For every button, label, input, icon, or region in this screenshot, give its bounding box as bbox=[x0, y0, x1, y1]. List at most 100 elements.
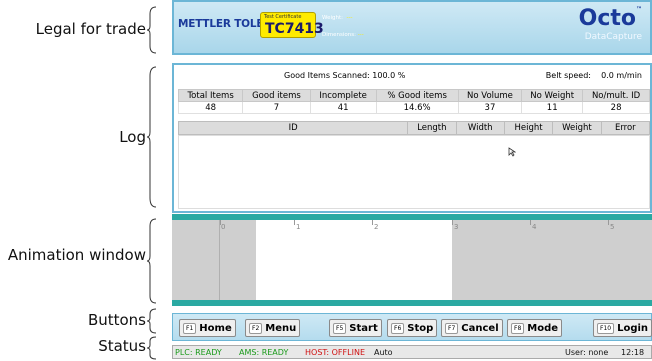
button-label: Home bbox=[199, 322, 232, 334]
ruler-tick-mark bbox=[530, 220, 531, 225]
belt-speed-label: Belt speed: bbox=[545, 71, 591, 80]
annotation-log: Log bbox=[119, 128, 146, 146]
column-header-error[interactable]: Error bbox=[600, 121, 651, 135]
stats-header: Total Items bbox=[177, 89, 244, 102]
brace-legal bbox=[146, 6, 157, 54]
brace-log bbox=[146, 66, 157, 208]
column-header-id[interactable]: ID bbox=[177, 121, 409, 135]
stats-table: Total Items Good items Incomplete % Good… bbox=[177, 89, 650, 114]
menu-button[interactable]: F2 Menu bbox=[245, 319, 301, 337]
log-summary: Good Items Scanned: 100.0 % Belt speed: … bbox=[174, 69, 650, 83]
stats-value: 48 bbox=[177, 101, 244, 114]
function-button-bar: F1 Home F2 Menu F5 Start F6 Stop F7 Cancel F8… bbox=[172, 313, 652, 341]
product-logo: Octo™ bbox=[579, 6, 642, 31]
annotation-animation: Animation window bbox=[7, 246, 146, 264]
stats-value-row: 48 7 41 14.6% 37 11 28 bbox=[177, 101, 650, 114]
status-bar: PLC: READY AMS: READY HOST: OFFLINE Auto… bbox=[172, 345, 652, 359]
items-table-body[interactable] bbox=[178, 135, 650, 209]
stats-header: No Weight bbox=[521, 89, 584, 102]
fkey-badge: F2 bbox=[249, 322, 263, 334]
test-certificate-badge: Test Certificate TC7413 bbox=[260, 12, 324, 38]
button-label: Mode bbox=[527, 322, 559, 334]
column-header-weight[interactable]: Weight bbox=[552, 121, 602, 135]
annotation-legal: Legal for trade bbox=[35, 20, 146, 38]
stats-value: 11 bbox=[521, 101, 584, 114]
fkey-badge: F1 bbox=[183, 322, 197, 334]
column-header-length[interactable]: Length bbox=[407, 121, 457, 135]
button-label: Menu bbox=[265, 322, 297, 334]
ruler-tick-label: 4 bbox=[532, 223, 537, 231]
start-button[interactable]: F5 Start bbox=[329, 319, 382, 337]
mode-status: Auto bbox=[374, 348, 393, 357]
brace-buttons bbox=[146, 308, 157, 334]
column-header-height[interactable]: Height bbox=[503, 121, 554, 135]
weight-readout: Weight: --- bbox=[322, 15, 352, 21]
items-table-header: ID Length Width Height Weight Error bbox=[177, 121, 651, 135]
cancel-button[interactable]: F7 Cancel bbox=[441, 319, 503, 337]
button-label: Login bbox=[617, 322, 649, 334]
belt-speed: Belt speed: 0.0 m/min bbox=[546, 71, 642, 80]
product-name: Octo bbox=[578, 6, 636, 31]
stats-header: Good items bbox=[242, 89, 311, 102]
ruler-tick-mark bbox=[372, 220, 373, 225]
certificate-caption: Test Certificate bbox=[264, 14, 302, 20]
animation-window: 0 1 2 3 4 5 bbox=[172, 214, 652, 306]
stats-value: 14.6% bbox=[375, 101, 459, 114]
annotation-status: Status bbox=[98, 337, 146, 355]
stats-header-row: Total Items Good items Incomplete % Good… bbox=[177, 89, 650, 102]
user-status: User: none bbox=[565, 348, 609, 357]
conveyor-belt-bottom bbox=[172, 300, 652, 306]
ruler-tick-mark bbox=[608, 220, 609, 225]
fkey-badge: F6 bbox=[391, 322, 405, 334]
annotation-buttons: Buttons bbox=[87, 311, 146, 329]
ruler-tick-mark bbox=[452, 220, 453, 225]
product-trademark: ™ bbox=[636, 6, 642, 13]
stats-value: 7 bbox=[242, 101, 311, 114]
button-label: Cancel bbox=[461, 322, 499, 334]
log-panel: Good Items Scanned: 100.0 % Belt speed: … bbox=[172, 63, 652, 213]
device-screen: METTLER TOLEDO Test Certificate TC7413 W… bbox=[172, 0, 652, 361]
stats-value: 41 bbox=[309, 101, 377, 114]
product-subtitle: DataCapture bbox=[584, 32, 642, 42]
fkey-badge: F7 bbox=[445, 322, 459, 334]
ams-status: AMS: READY bbox=[239, 348, 289, 357]
mode-button[interactable]: F8 Mode bbox=[507, 319, 563, 337]
ruler-tick-label: 2 bbox=[374, 223, 379, 231]
ruler-tick-label: 5 bbox=[610, 223, 615, 231]
weight-label: Weight: bbox=[322, 15, 344, 21]
legal-for-trade-panel: METTLER TOLEDO Test Certificate TC7413 W… bbox=[172, 0, 652, 55]
brace-animation bbox=[146, 218, 157, 304]
dimensions-value: --- bbox=[357, 32, 364, 38]
weight-value: --- bbox=[346, 15, 353, 21]
ruler-tick-label: 1 bbox=[296, 223, 301, 231]
clock: 12:18 bbox=[621, 348, 645, 357]
stats-value: 37 bbox=[457, 101, 523, 114]
host-status: HOST: OFFLINE bbox=[305, 348, 365, 357]
dimensions-readout: Dimensions: --- bbox=[322, 32, 364, 38]
column-header-width[interactable]: Width bbox=[455, 121, 505, 135]
good-items-scanned: Good Items Scanned: 100.0 % bbox=[284, 71, 406, 80]
stats-header: No/mult. ID bbox=[582, 89, 650, 102]
plc-status: PLC: READY bbox=[175, 348, 222, 357]
stats-header: Incomplete bbox=[309, 89, 377, 102]
login-button[interactable]: F10 Login bbox=[593, 319, 652, 337]
ruler-tick-label: 0 bbox=[221, 223, 226, 231]
dimensions-label: Dimensions: bbox=[322, 32, 356, 38]
fkey-badge: F5 bbox=[333, 322, 347, 334]
belt-speed-value: 0.0 m/min bbox=[601, 71, 642, 80]
ruler-tick-label: 3 bbox=[454, 223, 459, 231]
stats-value: 28 bbox=[582, 101, 650, 114]
scan-zone bbox=[256, 220, 452, 300]
button-label: Start bbox=[349, 322, 378, 334]
certificate-code: TC7413 bbox=[265, 21, 324, 37]
animation-left-zone bbox=[172, 220, 220, 300]
brace-status bbox=[146, 336, 157, 360]
button-label: Stop bbox=[407, 322, 434, 334]
ruler-tick-mark bbox=[294, 220, 295, 225]
fkey-badge: F10 bbox=[597, 322, 615, 334]
home-button[interactable]: F1 Home bbox=[179, 319, 236, 337]
items-header-row: ID Length Width Height Weight Error bbox=[177, 121, 651, 135]
mouse-cursor-icon bbox=[508, 147, 517, 160]
fkey-badge: F8 bbox=[511, 322, 525, 334]
stop-button[interactable]: F6 Stop bbox=[387, 319, 438, 337]
